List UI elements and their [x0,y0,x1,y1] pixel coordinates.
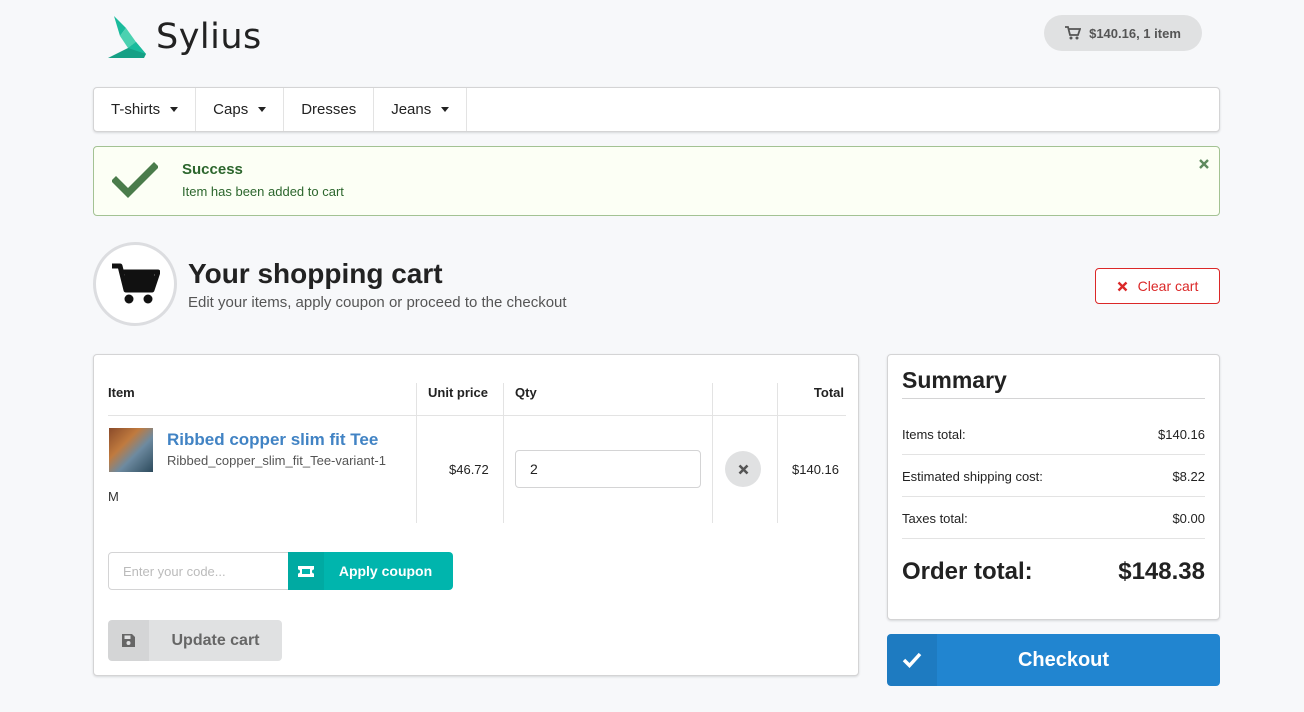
unit-price: $46.72 [449,462,489,477]
menu-item-label: Dresses [301,101,357,118]
order-total-label: Order total: [902,558,1033,585]
menu-item-label: Jeans [391,101,432,118]
summary-title: Summary [902,367,1007,393]
menu-item-tshirts[interactable]: T-shirts [94,88,197,131]
order-total-value: $148.38 [1118,558,1205,585]
checkmark-icon [112,162,158,198]
summary-row-value: $0.00 [1172,511,1205,526]
checkout-label: Checkout [1017,648,1110,671]
line-total: $140.16 [792,462,839,477]
header-cart-button[interactable]: $140.16, 1 item [1044,15,1202,51]
summary-divider [902,398,1205,399]
checkout-button[interactable]: Checkout [887,634,1220,686]
update-cart-button[interactable]: Update cart [108,620,282,661]
column-divider [416,383,417,523]
order-total: Order total: $148.38 [902,558,1205,586]
column-header-item: Item [108,385,135,400]
close-icon[interactable] [1197,157,1211,171]
category-menu: T-shirts Caps Dresses Jeans [93,87,1220,132]
column-divider [777,383,778,523]
summary-row-shipping: Estimated shipping cost: $8.22 [902,469,1205,484]
caret-down-icon [441,107,450,112]
column-header-qty: Qty [515,385,537,400]
product-variant: Ribbed_copper_slim_fit_Tee-variant-1 [167,453,386,468]
apply-coupon-label: Apply coupon [338,563,433,579]
success-message: Success Item has been added to cart [93,146,1220,216]
sylius-logo-icon [108,16,146,58]
column-header-unit-price: Unit price [428,385,488,400]
caret-down-icon [258,107,267,112]
summary-row-value: $8.22 [1172,469,1205,484]
cart-items-panel: Item Unit price Qty Total Ribbed copper … [93,354,859,676]
menu-item-jeans[interactable]: Jeans [374,88,468,131]
order-summary-panel: Summary Items total: $140.16 Estimated s… [887,354,1220,620]
summary-row-value: $140.16 [1158,427,1205,442]
summary-row-divider [902,454,1205,455]
summary-row-items-total: Items total: $140.16 [902,427,1205,442]
menu-item-caps[interactable]: Caps [196,88,285,131]
clear-cart-button[interactable]: Clear cart [1095,268,1220,304]
summary-row-label: Items total: [902,427,966,442]
summary-row-label: Taxes total: [902,511,968,526]
header-cart-summary: $140.16, 1 item [1089,25,1181,41]
apply-coupon-button[interactable]: Apply coupon [288,552,453,590]
update-cart-label: Update cart [171,631,260,649]
column-divider [712,383,713,523]
coupon-code-input[interactable] [108,552,290,590]
column-header-total: Total [813,385,844,400]
shopping-cart-icon [112,263,160,304]
product-name-link[interactable]: Ribbed copper slim fit Tee [167,430,378,450]
menu-item-dresses[interactable]: Dresses [284,88,375,131]
column-divider [503,383,504,523]
page-header-icon-circle [93,242,177,326]
product-thumbnail[interactable] [109,428,153,472]
checkmark-icon [887,634,937,686]
product-size: M [108,489,119,504]
close-icon [1117,281,1128,291]
header-divider [108,415,846,416]
message-title: Success [182,161,243,178]
summary-row-divider [902,538,1205,539]
menu-item-label: Caps [213,101,249,118]
cart-icon [1065,26,1082,40]
summary-row-label: Estimated shipping cost: [902,469,1043,484]
summary-row-divider [902,496,1205,497]
remove-item-button[interactable] [725,451,761,487]
brand-logo[interactable]: Sylius [106,14,262,60]
quantity-input[interactable] [515,450,701,488]
summary-row-taxes: Taxes total: $0.00 [902,511,1205,526]
page-title: Your shopping cart [188,258,443,289]
ticket-icon [288,552,324,590]
caret-down-icon [170,107,179,112]
clear-cart-label: Clear cart [1137,278,1199,294]
close-icon [738,464,748,474]
message-text: Item has been added to cart [182,184,344,199]
brand-name: Sylius [156,17,262,57]
menu-item-label: T-shirts [111,101,161,118]
page-subtitle: Edit your items, apply coupon or proceed… [188,294,567,311]
save-icon [108,620,149,661]
